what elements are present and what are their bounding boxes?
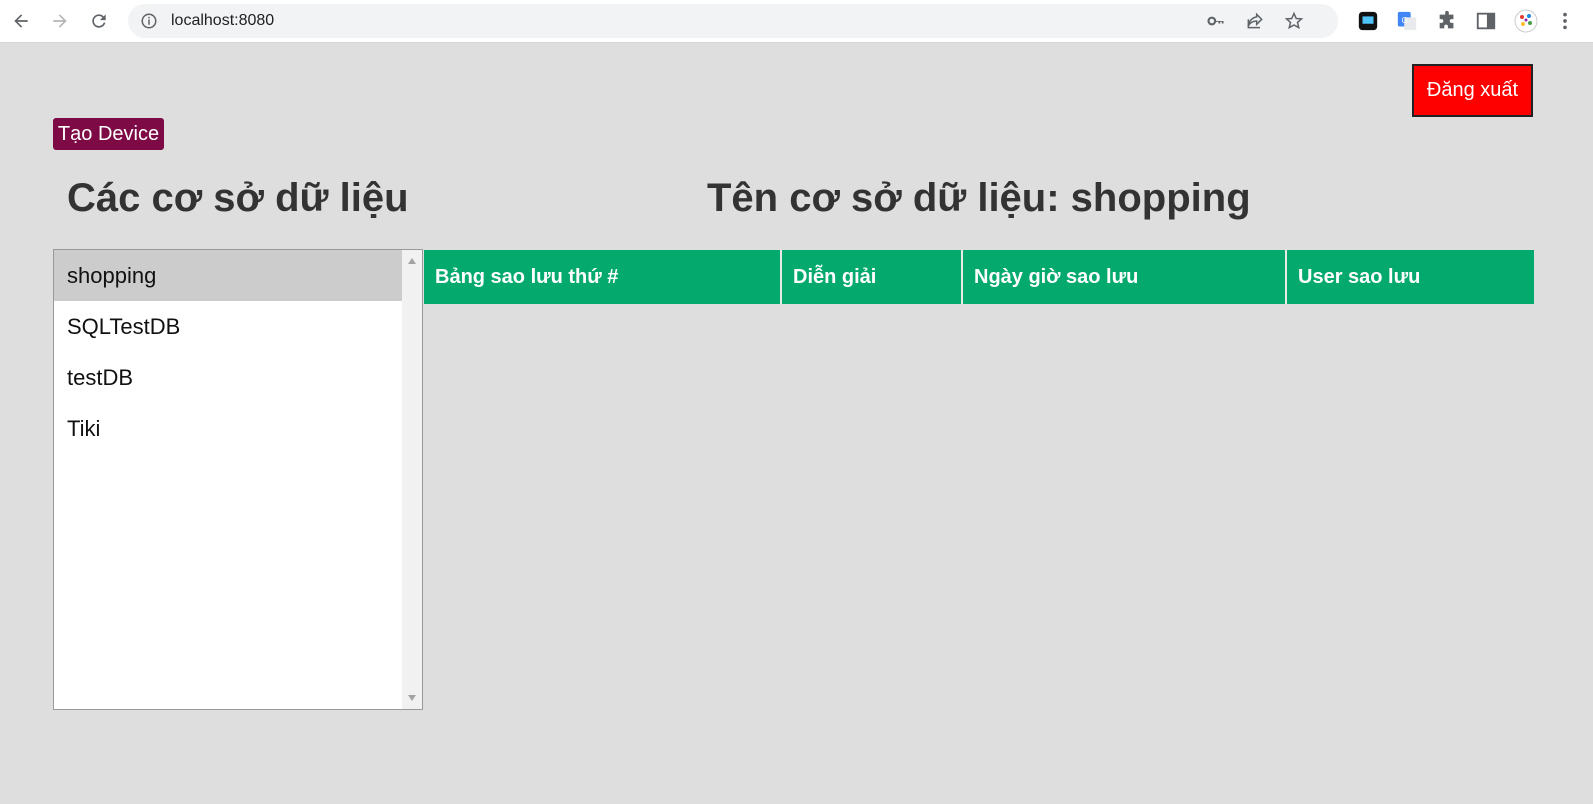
key-icon[interactable] (1206, 11, 1226, 31)
side-panel-icon[interactable] (1474, 9, 1498, 33)
url-text: localhost:8080 (171, 12, 275, 29)
database-item-sqltestdb[interactable]: SQLTestDB (54, 301, 402, 352)
column-header-backup-datetime: Ngày giờ sao lưu (962, 250, 1287, 304)
logout-button[interactable]: Đăng xuất (1412, 64, 1533, 117)
forward-icon[interactable] (47, 8, 73, 34)
puzzle-icon[interactable] (1435, 9, 1459, 33)
backup-table: Bảng sao lưu thứ # Diễn giải Ngày giờ sa… (424, 250, 1534, 304)
database-item-testdb[interactable]: testDB (54, 352, 402, 403)
database-list[interactable]: shopping SQLTestDB testDB Tiki (53, 249, 423, 710)
address-bar[interactable]: localhost:8080 (128, 4, 1338, 38)
menu-icon[interactable] (1553, 9, 1577, 33)
translate-icon[interactable]: G (1395, 9, 1419, 33)
reload-icon[interactable] (86, 8, 112, 34)
browser-toolbar: localhost:8080 G (0, 0, 1593, 43)
create-device-button[interactable]: Tạo Device (53, 118, 164, 150)
svg-text:G: G (1402, 16, 1408, 25)
column-header-backup-user: User sao lưu (1286, 250, 1534, 304)
profile-avatar-icon[interactable] (1514, 9, 1538, 33)
database-item-shopping[interactable]: shopping (54, 250, 402, 301)
column-header-backup-number: Bảng sao lưu thứ # (424, 250, 782, 304)
scroll-up-arrow-icon[interactable] (408, 258, 416, 264)
list-scrollbar[interactable] (402, 250, 422, 709)
databases-heading: Các cơ sở dữ liệu (67, 176, 409, 220)
table-header-row: Bảng sao lưu thứ # Diễn giải Ngày giờ sa… (424, 250, 1534, 304)
scroll-down-arrow-icon[interactable] (408, 695, 416, 701)
back-icon[interactable] (8, 8, 34, 34)
column-header-description: Diễn giải (781, 250, 963, 304)
database-name-heading: Tên cơ sở dữ liệu: shopping (707, 176, 1251, 220)
extension-icon[interactable] (1356, 9, 1380, 33)
share-icon[interactable] (1245, 11, 1265, 31)
star-icon[interactable] (1284, 11, 1304, 31)
info-icon[interactable] (140, 12, 158, 30)
database-item-tiki[interactable]: Tiki (54, 403, 402, 454)
